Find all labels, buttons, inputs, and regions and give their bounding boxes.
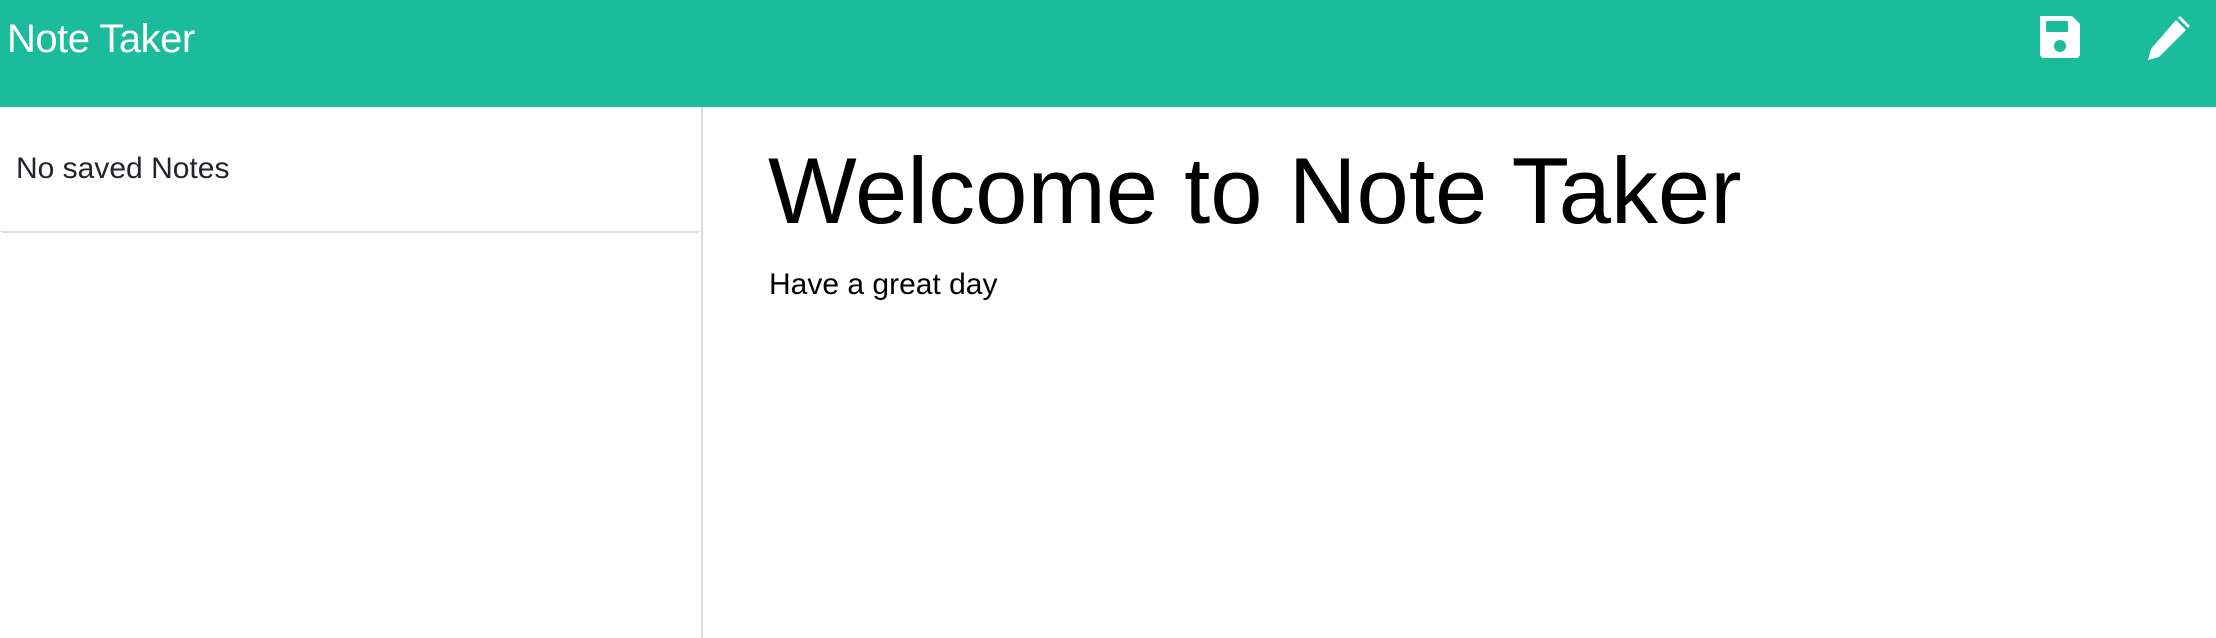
navbar: Note Taker [0,0,2216,107]
notes-sidebar: No saved Notes [0,107,703,638]
no-notes-message: No saved Notes [16,152,230,185]
note-area: Welcome to Note Taker Have a great day [705,107,2216,638]
app-title[interactable]: Note Taker [7,14,195,64]
page-title: Welcome to Note Taker [768,138,1742,243]
save-icon[interactable] [2034,12,2084,62]
welcome-message: Have a great day [769,268,998,301]
pencil-icon[interactable] [2144,12,2194,62]
list-item: No saved Notes [0,107,701,233]
